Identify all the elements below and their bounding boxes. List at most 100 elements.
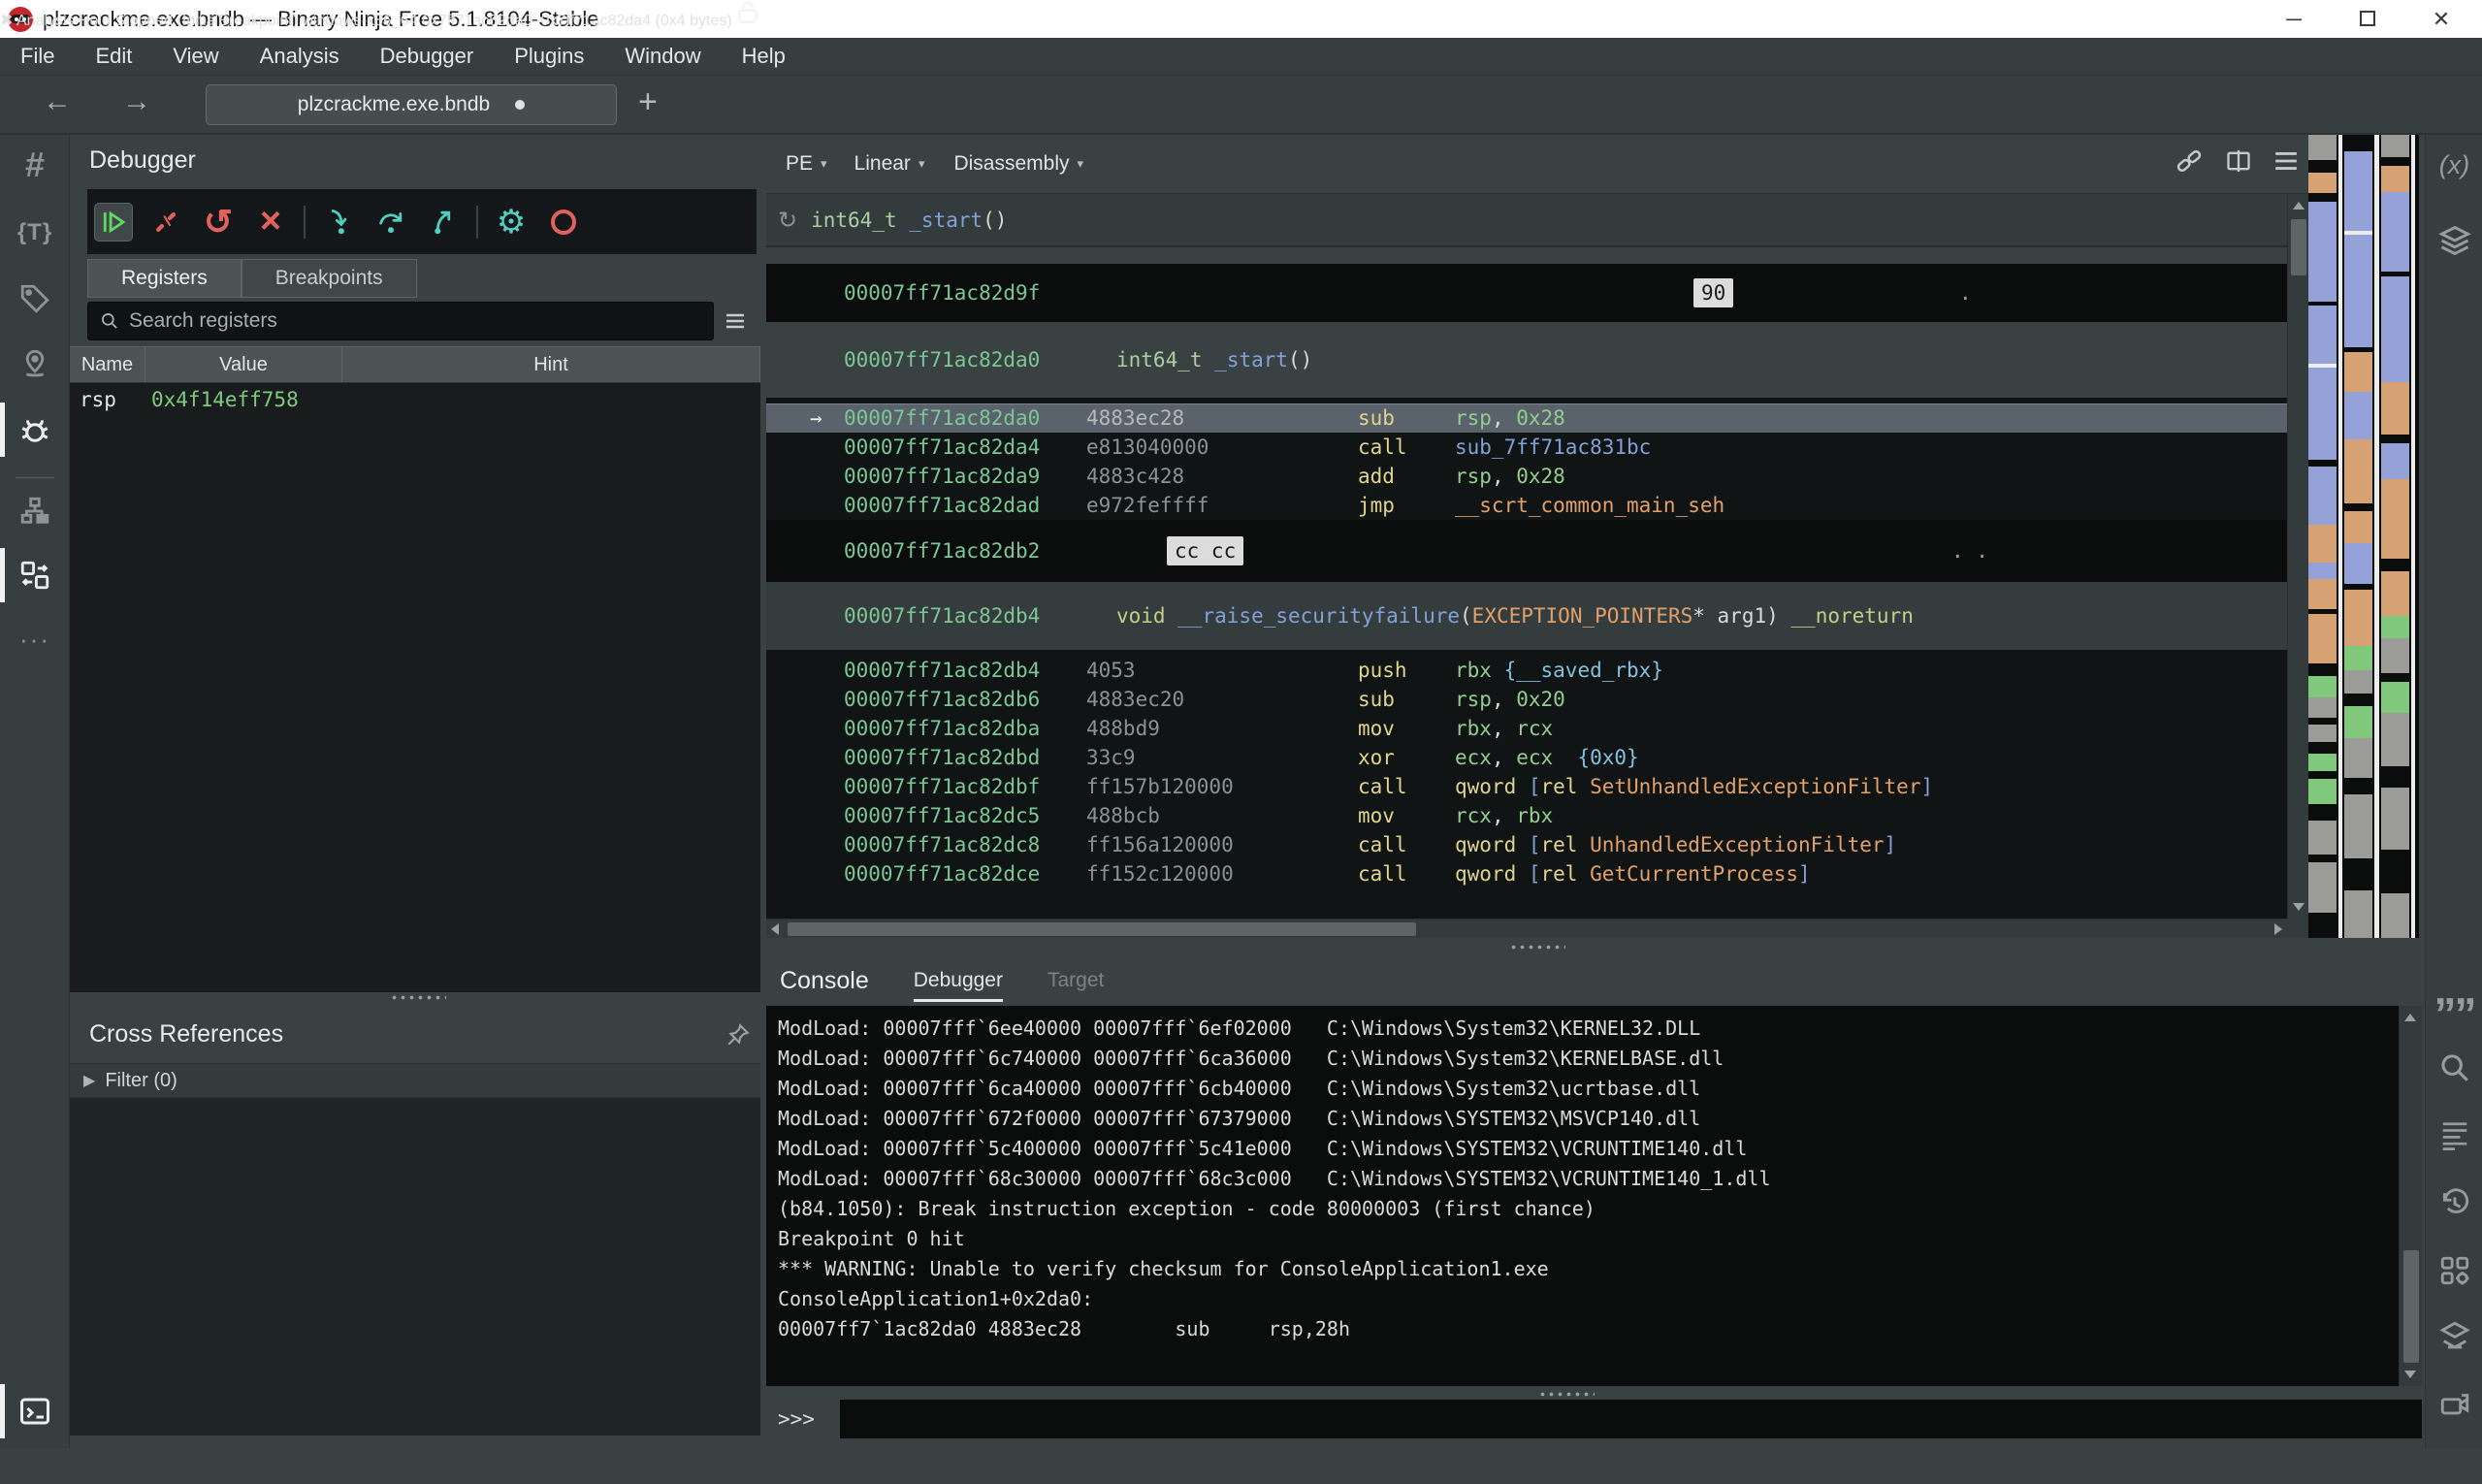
menu-window[interactable]: Window bbox=[604, 44, 721, 69]
stack-view-icon[interactable] bbox=[2426, 1308, 2482, 1363]
document-tab[interactable]: plzcrackme.exe.bndb bbox=[206, 84, 617, 125]
memory-view-icon[interactable] bbox=[2426, 1376, 2482, 1431]
instruction-row[interactable]: 00007ff71ac82da9 4883c428 add rsp, 0x28 bbox=[766, 462, 2287, 491]
splitter-handle[interactable] bbox=[1538, 1391, 1595, 1398]
analysis-status[interactable]: Analysis Hold bbox=[16, 13, 111, 29]
comments-icon[interactable]: ”” bbox=[2426, 978, 2482, 1032]
scroll-up-arrow-icon[interactable] bbox=[2293, 202, 2305, 210]
disassembly-listing[interactable]: 00007ff71ac82d9f90 . 00007ff71ac82da0int… bbox=[766, 247, 2287, 919]
instruction-row[interactable]: 00007ff71ac82dc5 488bcb mov rcx, rbx bbox=[766, 801, 2287, 830]
column-hint[interactable]: Hint bbox=[342, 347, 760, 382]
layout-dropdown[interactable]: Linear▾ bbox=[854, 152, 925, 176]
more-panels-icon[interactable]: ··· bbox=[0, 612, 70, 666]
restart-button[interactable]: ↺ bbox=[199, 203, 238, 242]
instruction-row[interactable]: 00007ff71ac82dce ff152c120000 call qword… bbox=[766, 859, 2287, 888]
continue-button[interactable] bbox=[94, 203, 133, 242]
tab-console-debugger[interactable]: Debugger bbox=[914, 955, 1003, 1006]
maximize-button[interactable] bbox=[2354, 7, 2381, 32]
feature-map-column[interactable] bbox=[2344, 135, 2372, 938]
console-scrollbar[interactable] bbox=[2399, 1006, 2422, 1386]
current-function-header[interactable]: ↻ int64_t _start() bbox=[766, 194, 2308, 247]
horizontal-scrollbar[interactable] bbox=[766, 919, 2287, 938]
instruction-row[interactable]: 00007ff71ac82dc8 ff156a120000 call qword… bbox=[766, 830, 2287, 859]
view-type-dropdown[interactable]: PE▾ bbox=[786, 152, 827, 176]
console-scrollbar-thumb[interactable] bbox=[2403, 1250, 2419, 1363]
memory-map-icon[interactable] bbox=[0, 337, 70, 391]
debugger-settings-button[interactable]: ⚙ bbox=[492, 203, 531, 242]
byte-highlight[interactable]: cc cc bbox=[1167, 536, 1243, 565]
types-icon[interactable]: {T} bbox=[0, 206, 70, 260]
disconnect-button[interactable] bbox=[146, 203, 185, 242]
mini-graph-icon[interactable] bbox=[0, 484, 70, 538]
feature-map[interactable] bbox=[2308, 135, 2425, 938]
menu-debugger[interactable]: Debugger bbox=[360, 44, 495, 69]
menu-view[interactable]: View bbox=[152, 44, 239, 69]
function-band-row[interactable]: 00007ff71ac82da0int64_t _start() bbox=[766, 322, 2287, 398]
vertical-scrollbar[interactable] bbox=[2287, 194, 2308, 919]
menu-edit[interactable]: Edit bbox=[75, 44, 152, 69]
menu-file[interactable]: File bbox=[0, 44, 75, 69]
scroll-right-arrow-icon[interactable] bbox=[2274, 923, 2282, 935]
step-return-button[interactable] bbox=[424, 203, 463, 242]
console-log[interactable]: ModLoad: 00007fff`6ee40000 00007fff`6ef0… bbox=[766, 1006, 2399, 1386]
hex-dump-row[interactable]: 00007ff71ac82d9f90 . bbox=[766, 264, 2287, 322]
splitter-handle[interactable] bbox=[390, 994, 446, 1001]
step-into-button[interactable] bbox=[319, 203, 358, 242]
log-icon[interactable] bbox=[2426, 1109, 2482, 1163]
vertical-scrollbar-thumb[interactable] bbox=[2291, 219, 2306, 275]
column-value[interactable]: Value bbox=[145, 347, 342, 382]
xrefs-empty-list[interactable] bbox=[70, 1098, 760, 1436]
feature-map-column[interactable] bbox=[2308, 135, 2337, 938]
register-row[interactable]: rsp0x4f14eff758 bbox=[70, 383, 760, 415]
plugins-icon[interactable] bbox=[2426, 1243, 2482, 1298]
history-icon[interactable] bbox=[2426, 1176, 2482, 1230]
scroll-up-arrow-icon[interactable] bbox=[2404, 1014, 2416, 1021]
xrefs-filter-row[interactable]: ▶ Filter (0) bbox=[70, 1063, 760, 1098]
search-registers-input[interactable]: Search registers bbox=[87, 302, 714, 340]
instruction-row[interactable]: 00007ff71ac82dbd 33c9 xor ecx, ecx {0x0} bbox=[766, 743, 2287, 772]
hex-dump-row[interactable]: 00007ff71ac82db2cc cc . . bbox=[766, 520, 2287, 582]
instruction-row[interactable]: → 00007ff71ac82da0 4883ec28 sub rsp, 0x2… bbox=[766, 403, 2287, 433]
view-menu-button[interactable] bbox=[2273, 151, 2299, 177]
byte-highlight[interactable]: 90 bbox=[1693, 278, 1733, 307]
instruction-row[interactable]: 00007ff71ac82dad e972feffff jmp __scrt_c… bbox=[766, 491, 2287, 520]
menu-plugins[interactable]: Plugins bbox=[494, 44, 604, 69]
step-over-button[interactable] bbox=[371, 203, 410, 242]
back-arrow-icon[interactable]: ← bbox=[43, 85, 72, 118]
lock-icon[interactable] bbox=[736, 13, 759, 29]
instruction-row[interactable]: 00007ff71ac82db6 4883ec20 sub rsp, 0x20 bbox=[766, 685, 2287, 714]
pause-button[interactable] bbox=[544, 203, 583, 242]
console-input[interactable] bbox=[840, 1400, 2422, 1438]
stack-layers-icon[interactable] bbox=[2426, 213, 2482, 268]
platform-label[interactable]: windows-x86_64 bbox=[302, 13, 417, 29]
cross-references-sidebar-icon[interactable] bbox=[0, 548, 70, 602]
horizontal-scrollbar-thumb[interactable] bbox=[788, 922, 1416, 936]
tags-icon[interactable] bbox=[0, 272, 70, 326]
instruction-row[interactable]: 00007ff71ac82dba 488bd9 mov rbx, rcx bbox=[766, 714, 2287, 743]
representation-dropdown[interactable]: Disassembly▾ bbox=[953, 152, 1083, 176]
instruction-row[interactable]: 00007ff71ac82dbf ff157b120000 call qword… bbox=[766, 772, 2287, 801]
splitter-handle[interactable] bbox=[1509, 944, 1565, 951]
terminal-icon[interactable] bbox=[0, 1384, 70, 1438]
menu-analysis[interactable]: Analysis bbox=[240, 44, 360, 69]
forward-arrow-icon[interactable]: → bbox=[122, 85, 151, 118]
find-icon[interactable] bbox=[2426, 1041, 2482, 1095]
tab-breakpoints[interactable]: Breakpoints bbox=[242, 259, 417, 298]
debugger-sidebar-icon[interactable] bbox=[0, 403, 70, 457]
scroll-down-arrow-icon[interactable] bbox=[2293, 903, 2305, 911]
column-name[interactable]: Name bbox=[70, 347, 145, 382]
instruction-row[interactable]: 00007ff71ac82da4 e813040000 call sub_7ff… bbox=[766, 433, 2287, 462]
sync-link-button[interactable] bbox=[2175, 146, 2204, 181]
symbols-icon[interactable]: # bbox=[0, 138, 70, 192]
minimize-button[interactable]: ─ bbox=[2280, 7, 2307, 32]
split-view-button[interactable] bbox=[2225, 148, 2252, 179]
register-menu-button[interactable] bbox=[714, 302, 757, 340]
function-band-row[interactable]: 00007ff71ac82db4void __raise_securityfai… bbox=[766, 582, 2287, 650]
close-button[interactable]: ✕ bbox=[2428, 7, 2455, 32]
scroll-left-arrow-icon[interactable] bbox=[771, 923, 779, 935]
kill-button[interactable]: × bbox=[251, 203, 290, 242]
variables-icon[interactable]: (x) bbox=[2426, 138, 2482, 192]
new-tab-button[interactable]: + bbox=[638, 83, 658, 121]
scroll-down-arrow-icon[interactable] bbox=[2404, 1371, 2416, 1378]
menu-help[interactable]: Help bbox=[722, 44, 806, 69]
